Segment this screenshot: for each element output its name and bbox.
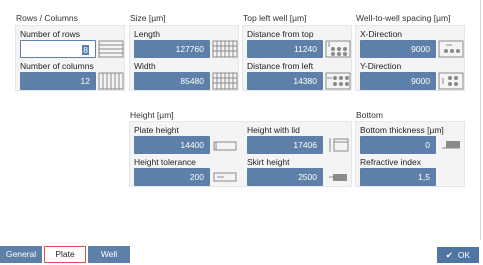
number-of-rows-label: Number of rows <box>20 29 80 39</box>
y-spacing-icon <box>438 72 464 90</box>
refractive-index-label: Refractive index <box>360 157 421 167</box>
spacing-panel: X-Direction 9000 Y-Direction 9000 <box>355 25 465 91</box>
number-of-columns-input[interactable]: 12 <box>20 72 96 90</box>
dialog-border <box>480 0 481 240</box>
height-tolerance-label: Height tolerance <box>134 157 196 167</box>
refractive-index-input[interactable]: 1,5 <box>360 168 436 186</box>
x-direction-label: X-Direction <box>360 29 403 39</box>
top-left-well-title: Top left well [µm] <box>243 13 307 23</box>
bottom-thickness-icon <box>442 141 460 149</box>
columns-grid-icon <box>98 72 124 90</box>
bottom-panel: Bottom thickness [µm] 0 Refractive index… <box>355 121 465 187</box>
skirt-height-label: Skirt height <box>247 157 290 167</box>
bottom-thickness-input[interactable]: 0 <box>360 136 436 154</box>
rows-grid-icon <box>98 40 124 58</box>
checkmark-icon: ✔ <box>445 250 453 260</box>
height-title: Height [µm] <box>130 110 174 120</box>
number-of-rows-input[interactable]: 8 <box>20 40 96 58</box>
tab-plate[interactable]: Plate <box>44 246 86 263</box>
distance-top-label: Distance from top <box>247 29 314 39</box>
number-of-columns-label: Number of columns <box>20 61 94 71</box>
skirt-height-input[interactable]: 2500 <box>247 168 323 186</box>
skirt-height-icon <box>329 174 347 181</box>
ok-label: OK <box>457 250 471 260</box>
width-grid-icon <box>212 72 238 90</box>
height-with-lid-input[interactable]: 17406 <box>247 136 323 154</box>
distance-left-icon <box>325 72 351 90</box>
bottom-thickness-label: Bottom thickness [µm] <box>360 125 444 135</box>
height-tolerance-icon <box>213 172 237 182</box>
x-spacing-icon <box>438 40 464 58</box>
distance-left-input[interactable]: 14380 <box>247 72 323 90</box>
rows-columns-title: Rows / Columns <box>16 13 78 23</box>
distance-top-input[interactable]: 11240 <box>247 40 323 58</box>
y-direction-input[interactable]: 9000 <box>360 72 436 90</box>
top-left-well-panel: Distance from top 11240 Distance from le… <box>242 25 352 91</box>
height-with-lid-label: Height with lid <box>247 125 300 135</box>
length-input[interactable]: 127760 <box>134 40 210 58</box>
ok-button[interactable]: ✔ OK <box>437 247 479 263</box>
length-label: Length <box>134 29 160 39</box>
height-panel: Plate height 14400 Height tolerance 200 … <box>129 121 352 187</box>
spacing-title: Well-to-well spacing [µm] <box>356 13 451 23</box>
number-of-rows-value: 8 <box>82 45 89 55</box>
tab-well[interactable]: Well <box>88 246 130 263</box>
size-title: Size [µm] <box>130 13 166 23</box>
distance-left-label: Distance from left <box>247 61 314 71</box>
y-direction-label: Y-Direction <box>360 61 402 71</box>
x-direction-input[interactable]: 9000 <box>360 40 436 58</box>
height-with-lid-icon <box>329 138 349 152</box>
plate-height-label: Plate height <box>134 125 179 135</box>
width-input[interactable]: 85480 <box>134 72 210 90</box>
size-panel: Length 127760 Width 85480 <box>129 25 239 91</box>
bottom-title: Bottom <box>356 110 383 120</box>
width-label: Width <box>134 61 156 71</box>
length-grid-icon <box>212 40 238 58</box>
rows-columns-panel: Number of rows 8 Number of columns 12 <box>15 25 125 91</box>
height-tolerance-input[interactable]: 200 <box>134 168 210 186</box>
distance-top-icon <box>325 40 351 58</box>
tab-general[interactable]: General <box>0 246 42 263</box>
plate-height-icon <box>213 141 237 151</box>
plate-height-input[interactable]: 14400 <box>134 136 210 154</box>
